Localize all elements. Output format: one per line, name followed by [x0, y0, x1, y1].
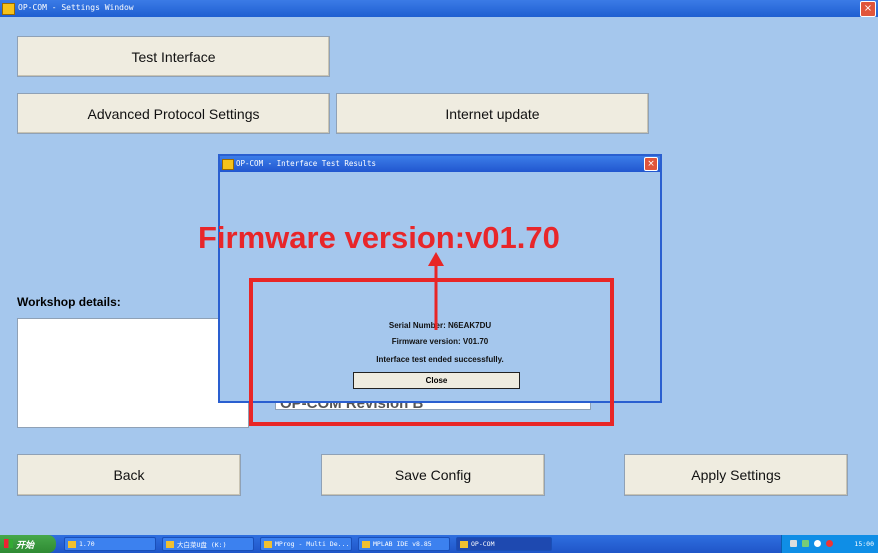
annotation-firmware-label: Firmware version:v01.70: [198, 220, 560, 255]
taskbar-item-mprog[interactable]: MProg - Multi De...: [260, 537, 352, 551]
opcom-icon: [460, 541, 468, 548]
annotation-arrow-icon: [428, 252, 444, 330]
start-label: 开始: [16, 539, 35, 550]
start-button[interactable]: 开始: [0, 535, 56, 553]
taskbar-item-drive[interactable]: 大白菜U盘 (K:): [162, 537, 254, 551]
clock: 15:00: [854, 540, 874, 548]
taskbar-item-folder[interactable]: 1.70: [64, 537, 156, 551]
taskbar-item-opcom[interactable]: OP-COM: [456, 537, 552, 551]
folder-icon: [68, 541, 76, 548]
taskbar-item-mplab[interactable]: MPLAB IDE v8.85: [358, 537, 450, 551]
security-icon[interactable]: [826, 540, 833, 547]
system-tray: 15:00: [781, 535, 878, 553]
keyboard-icon[interactable]: [790, 540, 797, 547]
drive-icon: [166, 541, 174, 548]
mplab-icon: [362, 541, 370, 548]
help-icon[interactable]: [814, 540, 821, 547]
taskbar: 开始 1.70 大白菜U盘 (K:) MProg - Multi De... M…: [0, 535, 878, 553]
windows-flag-icon: [4, 539, 13, 548]
mprog-icon: [264, 541, 272, 548]
network-icon[interactable]: [802, 540, 809, 547]
